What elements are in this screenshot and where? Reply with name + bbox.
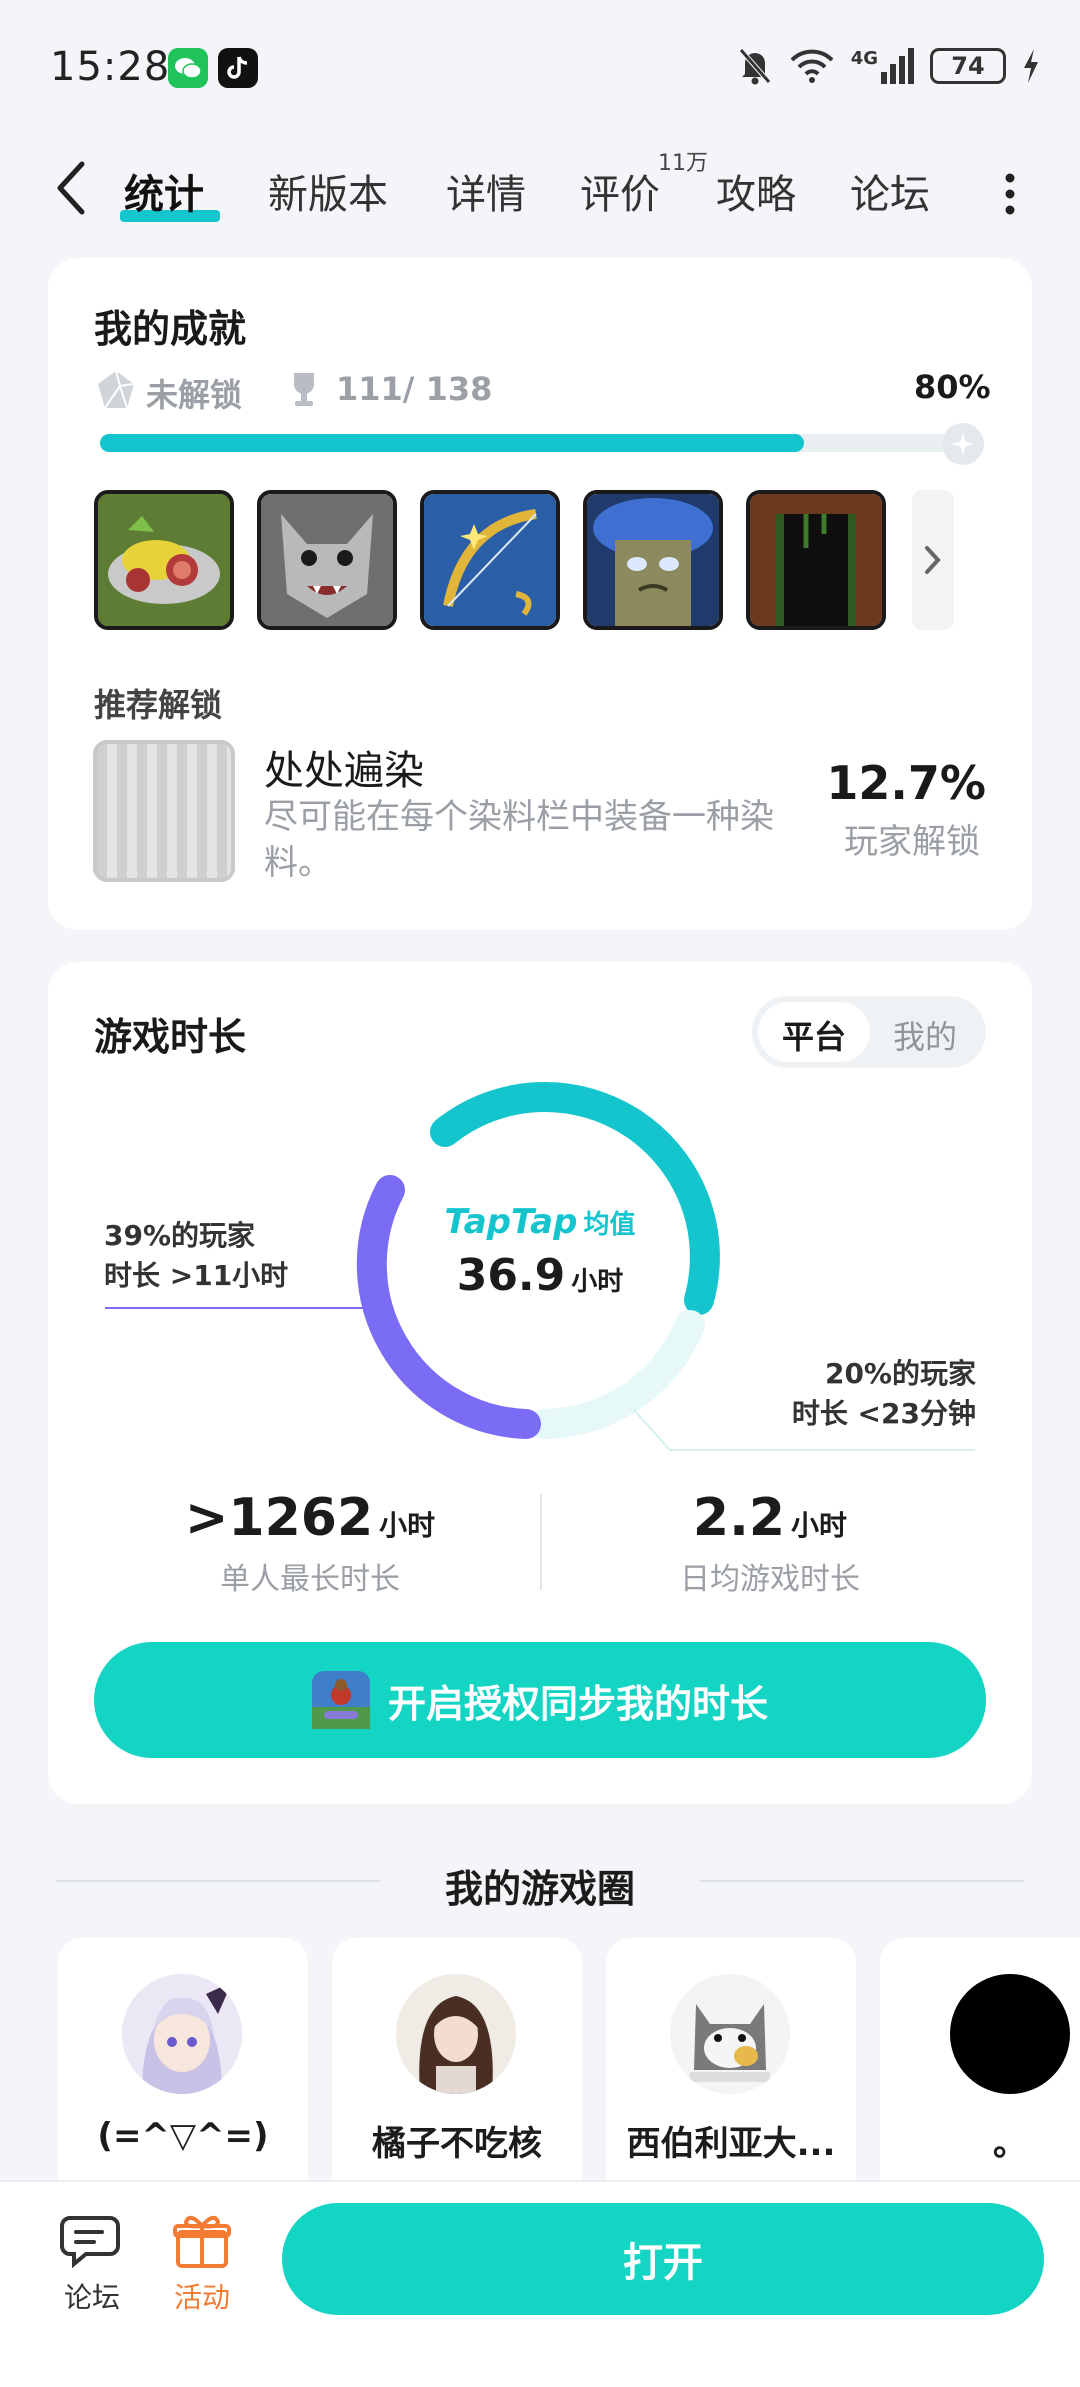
achievement-progress-fill — [100, 434, 804, 452]
more-icon[interactable] — [998, 164, 1022, 224]
unlock-rate-label: 玩家解锁 — [844, 822, 980, 862]
tab-reviews[interactable]: 评价 — [580, 162, 660, 220]
forum-nav-button[interactable]: 论坛 — [52, 2210, 132, 2316]
max-playtime-label: 单人最长时长 — [220, 1562, 400, 1597]
achievement-progress — [100, 434, 980, 452]
tab-guides[interactable]: 攻略 — [716, 162, 796, 220]
taptap-average-label: TapTap 均值 — [440, 1202, 640, 1242]
daily-playtime-label: 日均游戏时长 — [680, 1562, 860, 1597]
back-icon[interactable] — [50, 158, 94, 218]
average-unit: 小时 — [571, 1267, 624, 1297]
tab-details[interactable]: 详情 — [446, 162, 526, 220]
daily-playtime: 2.2 小时 — [560, 1488, 980, 1548]
tab-statistics[interactable]: 统计 — [124, 162, 204, 220]
achievements-next-button[interactable] — [912, 490, 954, 630]
open-game-button[interactable]: 打开 — [282, 2203, 1044, 2315]
tab-forum[interactable]: 论坛 — [850, 162, 930, 220]
avatar — [396, 1974, 516, 2094]
charging-icon — [1024, 49, 1038, 83]
max-playtime: >1262 小时 — [100, 1488, 520, 1548]
locked-gem-icon — [98, 370, 135, 409]
max-playtime-unit: 小时 — [379, 1509, 436, 1542]
clock: 15:28 — [50, 44, 171, 90]
activity-label: 活动 — [173, 2281, 230, 2314]
review-count-badge: 11万 — [658, 151, 708, 176]
system-icons: 4G 74 — [737, 46, 1040, 86]
max-playtime-value: >1262 — [184, 1488, 374, 1548]
battery-indicator: 74 — [930, 48, 1006, 84]
game-circle-title: 我的游戏圈 — [444, 1867, 635, 1911]
achievement-icon-dungeon[interactable] — [746, 490, 886, 630]
recommend-title: 推荐解锁 — [94, 686, 223, 724]
circle-member-card[interactable]: 橘子不吃核 — [332, 1938, 582, 2198]
achievement-count: 111/ 138 — [336, 370, 493, 408]
circle-member-card[interactable]: 西伯利亚大... — [606, 1938, 856, 2198]
forum-label: 论坛 — [63, 2281, 120, 2314]
daily-playtime-unit: 小时 — [791, 1509, 848, 1542]
left-leader-line — [105, 1297, 375, 1309]
recommended-achievement-desc: 尽可能在每个染料栏中装备一种染料。 — [264, 797, 774, 883]
tiktok-icon — [218, 48, 258, 88]
member-name: 橘子不吃核 — [372, 2124, 542, 2164]
low-playtime-threshold: 时长 <23分钟 — [791, 1397, 976, 1430]
low-playtime-share: 20%的玩家 — [824, 1357, 976, 1390]
stat-divider — [540, 1494, 542, 1590]
wechat-icon — [168, 48, 208, 88]
status-bar: 15:28 4G 74 — [0, 0, 1080, 130]
low-playtime-note: 20%的玩家 时长 <23分钟 — [740, 1354, 976, 1434]
member-name: (=^▽^=) — [97, 2116, 269, 2156]
unlock-status: 未解锁 — [146, 376, 243, 414]
playtime-toggle: 平台 我的 — [752, 996, 986, 1068]
taptap-logo: TapTap — [444, 1202, 578, 1242]
achievement-icon-mushroom[interactable] — [583, 490, 723, 630]
forum-icon — [60, 2216, 120, 2269]
activity-nav-button[interactable]: 活动 — [162, 2210, 242, 2316]
avatar — [122, 1974, 242, 2094]
ring-segment-low — [530, 1310, 705, 1439]
avatar — [950, 1974, 1070, 2094]
average-playtime: 36.9 小时 — [440, 1250, 640, 1301]
game-icon — [311, 1671, 370, 1729]
achievement-icon-werewolf[interactable] — [257, 490, 397, 630]
member-name: 西伯利亚大... — [626, 2124, 836, 2164]
high-playtime-note: 39%的玩家 时长 >11小时 — [104, 1216, 288, 1296]
gift-icon — [173, 2215, 231, 2268]
open-label: 打开 — [623, 2240, 703, 2286]
achievement-icon-bow[interactable] — [420, 490, 560, 630]
circle-member-card[interactable]: 。 — [880, 1938, 1080, 2198]
high-playtime-threshold: 时长 >11小时 — [104, 1259, 289, 1292]
toggle-mine[interactable]: 我的 — [870, 1012, 980, 1058]
circle-divider-right — [700, 1880, 1024, 1882]
sync-playtime-label: 开启授权同步我的时长 — [387, 1681, 768, 1726]
member-name: 。 — [993, 2124, 1027, 2164]
top-nav: 统计 新版本 详情 评价 11万 攻略 论坛 — [0, 140, 1080, 240]
high-playtime-share: 39%的玩家 — [104, 1219, 256, 1252]
sync-playtime-button[interactable]: 开启授权同步我的时长 — [94, 1642, 986, 1758]
toggle-platform[interactable]: 平台 — [758, 1012, 870, 1058]
circle-member-card[interactable]: (=^▽^=) — [58, 1938, 308, 2198]
recommended-achievement-icon[interactable] — [93, 740, 235, 882]
circle-divider-left — [56, 1880, 380, 1882]
trophy-icon — [294, 373, 314, 406]
recommended-achievement-name: 处处遍染 — [264, 748, 424, 794]
wifi-icon — [790, 49, 834, 83]
average-label: 均值 — [583, 1210, 636, 1240]
average-value: 36.9 — [456, 1250, 566, 1301]
progress-end-badge — [942, 423, 984, 465]
playtime-title: 游戏时长 — [94, 1015, 247, 1059]
achievement-icon-food[interactable] — [94, 490, 234, 630]
signal-icon: 4G — [851, 48, 914, 84]
avatar — [670, 1974, 790, 2094]
achievement-percent: 80% — [914, 368, 991, 406]
tab-new-version[interactable]: 新版本 — [268, 162, 388, 220]
daily-playtime-value: 2.2 — [692, 1488, 786, 1548]
mute-bell-icon — [738, 48, 771, 85]
achievements-title: 我的成就 — [94, 307, 247, 351]
recommended-unlock-rate: 12.7% — [826, 756, 986, 810]
chevron-right-icon — [925, 546, 941, 574]
